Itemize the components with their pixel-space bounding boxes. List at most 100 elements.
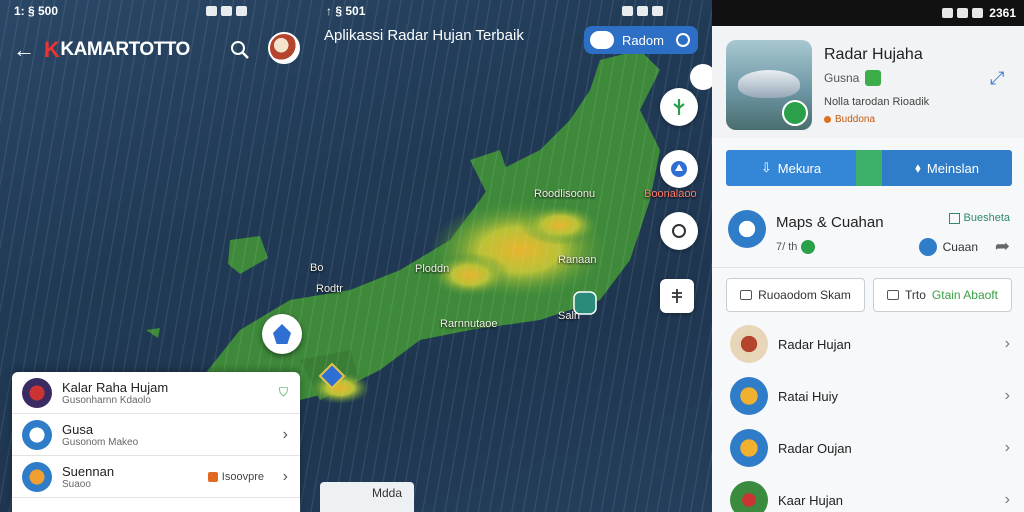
- radar-chip[interactable]: Radom: [584, 26, 698, 54]
- layers-fab[interactable]: [660, 279, 694, 313]
- app-avatar-icon: [22, 461, 52, 492]
- list-item-title: Kalar Raha Hujam: [62, 379, 169, 395]
- list-item-badge: Isoovpre: [207, 470, 264, 483]
- shield-icon: ⛉: [278, 385, 288, 399]
- app-avatar-icon: [22, 377, 52, 408]
- secondary-buttons: Ruoaodom Skam Trto Gtain Abaoft: [726, 278, 1012, 312]
- search-area-fab[interactable]: [660, 212, 698, 250]
- about-highlight: Gtain Abaoft: [931, 288, 998, 302]
- app-header: Radar Hujaha Gusna Nolla tarodan Rioadik…: [712, 26, 1024, 138]
- maps-sub-label: 7/ th: [776, 241, 798, 253]
- status-time-right: 2361: [989, 6, 1016, 20]
- developer-label: Gusna: [824, 71, 860, 85]
- badge-label: Isoovpre: [221, 470, 264, 483]
- app-icon: [730, 481, 768, 512]
- status-mid: ↑ § 501: [326, 4, 366, 18]
- install-button[interactable]: ⇩ Mekura: [726, 150, 856, 186]
- pin-icon: ⬧: [915, 160, 921, 175]
- divider-segment: [856, 150, 882, 186]
- chevron-right-icon: ›: [282, 425, 288, 443]
- weather-fab[interactable]: [660, 150, 698, 188]
- maps-link-label: Buesheta: [963, 212, 1010, 224]
- map-title: Aplikassi Radar Hujan Terbaik: [324, 27, 524, 44]
- app-thumbnail: [726, 40, 812, 130]
- marker-icon[interactable]: [572, 290, 598, 316]
- meta-dot-icon: [824, 116, 831, 123]
- status-dot-icon: [801, 240, 816, 254]
- list-item[interactable]: Suennan Suaoo Isoovpre ›: [12, 456, 300, 498]
- status-icons-right: [622, 0, 663, 22]
- brand-logo: K KAMARTOTTO: [44, 37, 190, 63]
- brand-letter: K: [44, 37, 60, 62]
- list-item-label: Radar Hujan: [778, 336, 851, 352]
- list-item-label: Kaar Hujan: [778, 492, 844, 508]
- rain-drop-icon: [671, 161, 687, 177]
- radar-chip-label: Radom: [622, 32, 664, 48]
- back-arrow-icon[interactable]: ←: [4, 30, 44, 70]
- share-icon[interactable]: ⤢: [990, 68, 1010, 88]
- status-icons: [942, 8, 984, 18]
- map-place-label: Rarnnutaoe: [440, 318, 498, 330]
- about-prefix: Trto: [905, 288, 926, 302]
- map-view[interactable]: 1: § 500 ↑ § 501 ← K KAMARTOTTO Aplikass…: [0, 0, 712, 512]
- mini-card-label: Mdda: [372, 486, 403, 500]
- list-item[interactable]: Ratai Huiy ›: [712, 370, 1024, 422]
- status-time: 1: § 500: [14, 4, 59, 18]
- scan-button[interactable]: Ruoaodom Skam: [726, 278, 865, 312]
- maps-icon: [728, 210, 766, 248]
- brand-name: KAMARTOTTO: [60, 39, 190, 60]
- maps-section[interactable]: Maps & Cuahan 7/ th Buesheta Cuaan ➦: [712, 196, 1024, 268]
- chevron-right-icon: ›: [1004, 335, 1010, 352]
- app-description: Nolla tarodan Rioadik: [824, 96, 930, 108]
- mini-card[interactable]: Mdda: [320, 482, 414, 512]
- list-item-title: Gusa: [62, 421, 94, 437]
- compass-edge-icon[interactable]: [690, 64, 712, 90]
- scan-label: Ruoaodom Skam: [758, 288, 851, 302]
- app-detail-panel: 2361 Radar Hujaha Gusna Nolla tarodan Ri…: [712, 0, 1024, 512]
- map-place-label: Ploddn: [415, 263, 450, 275]
- open-label: Meinslan: [926, 160, 979, 176]
- list-item-subtitle: Gusonharnn Kdaolo: [62, 394, 151, 406]
- list-item[interactable]: Radar Hujan ›: [712, 318, 1024, 370]
- avatar[interactable]: [268, 32, 300, 64]
- map-place-label: Roodlisoonu: [534, 188, 596, 200]
- cuaca-link[interactable]: Cuaan: [918, 238, 978, 256]
- search-icon[interactable]: [228, 38, 252, 62]
- camera-icon: [740, 290, 753, 300]
- grid-icon: [948, 212, 960, 224]
- panel-status-bar: 2361: [712, 0, 1024, 26]
- leaf-icon: [673, 99, 685, 115]
- forward-icon[interactable]: ➦: [995, 236, 1010, 257]
- list-item[interactable]: Kalar Raha Hujam Gusonharnn Kdaolo ⛉: [12, 372, 300, 414]
- chevron-right-icon: ›: [1004, 491, 1010, 508]
- cuaca-label: Cuaan: [942, 240, 978, 254]
- umbrella-icon: [738, 70, 800, 98]
- check-badge-icon: [782, 100, 808, 126]
- chevron-right-icon: ›: [1004, 439, 1010, 456]
- cloud-icon: [590, 31, 614, 49]
- open-button[interactable]: ⬧ Meinslan: [882, 150, 1012, 186]
- verified-icon: [865, 70, 882, 86]
- list-item-title: Suennan: [62, 463, 115, 479]
- app-icon: [730, 377, 768, 415]
- map-place-label: Ranaan: [558, 254, 597, 266]
- list-item-subtitle: Suaoo: [62, 478, 91, 490]
- pin-icon: [273, 324, 291, 344]
- lens-icon: [672, 224, 686, 238]
- tablet-icon: [887, 290, 900, 300]
- related-apps-list: Radar Hujan › Ratai Huiy › Radar Oujan ›…: [712, 318, 1024, 512]
- maps-link[interactable]: Buesheta: [948, 212, 1010, 224]
- badge-marker-icon[interactable]: [318, 362, 346, 394]
- weather-icon: [918, 238, 937, 256]
- badge-icon: [207, 471, 218, 482]
- list-item[interactable]: Radar Oujan ›: [712, 422, 1024, 474]
- about-button[interactable]: Trto Gtain Abaoft: [873, 278, 1012, 312]
- list-item[interactable]: Kaar Hujan ›: [712, 474, 1024, 512]
- location-pin[interactable]: [262, 314, 302, 354]
- meta-label: Buddona: [835, 114, 876, 125]
- map-place-label: Boonalaoo: [644, 188, 697, 200]
- location-fab[interactable]: [660, 88, 698, 126]
- list-item[interactable]: Gusa Gusonom Makeo ›: [12, 414, 300, 456]
- maps-title: Maps & Cuahan: [776, 214, 884, 231]
- app-developer: Gusna: [824, 70, 882, 86]
